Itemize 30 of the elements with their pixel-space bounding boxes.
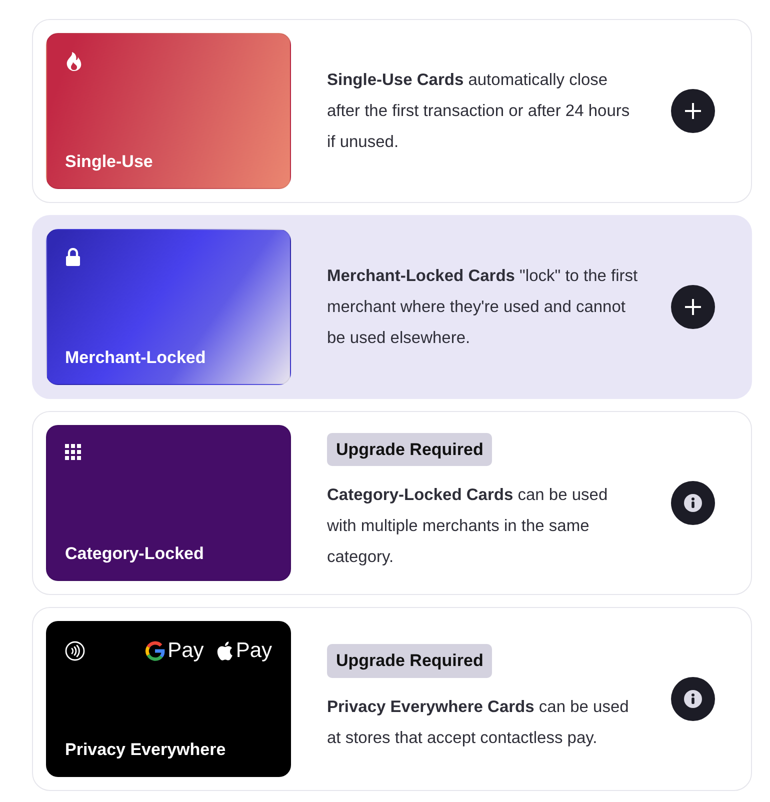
add-button[interactable] — [671, 89, 715, 133]
g-logo-icon — [144, 640, 165, 660]
card-description: Category-Locked Cards can be used with multiple merchants in the same category. — [327, 485, 609, 568]
info-icon — [684, 494, 702, 512]
card-option[interactable]: Merchant-Locked Merchant-Locked Cards "lock" to the first merchant where they're used and cannot be used elsewhere. — [32, 215, 752, 399]
card-label: Merchant-Locked — [65, 348, 207, 368]
plus-icon — [684, 102, 702, 120]
info-button[interactable] — [671, 677, 715, 721]
card-label: Privacy Everywhere — [65, 740, 227, 760]
contactless-icon — [65, 640, 85, 660]
info-button[interactable] — [671, 481, 715, 525]
grid-icon — [65, 444, 81, 460]
card-description: Merchant-Locked Cards "lock" to the first merchant where they're used and cannot be used elsewhere. — [327, 266, 639, 348]
info-icon — [684, 690, 702, 708]
card-label: Single-Use — [65, 152, 154, 172]
flame-icon — [65, 52, 83, 72]
apple-logo-icon — [216, 640, 233, 660]
card-option[interactable]: Pay Pay Privacy Everywhere Upgrade Required Privacy Everywhere Cards can be used at stores that accept contactless pay. — [32, 607, 752, 791]
add-button[interactable] — [671, 285, 715, 329]
lock-icon — [65, 248, 81, 266]
upgrade-badge: Upgrade Required — [327, 644, 492, 678]
card-description: Privacy Everywhere Cards can be used at stores that accept contactless pay. — [327, 696, 630, 749]
pay-label: Pay — [168, 640, 204, 661]
card-option[interactable]: Category-Locked Upgrade Required Category-Locked Cards can be used with multiple merchants in the same category. — [32, 411, 752, 595]
card-description: Single-Use Cards automatically close after the first transaction or after 24 hours if unused. — [327, 70, 631, 152]
card-option[interactable]: Single-Use Single-Use Cards automatically close after the first transaction or after 24 hours if unused. — [32, 19, 752, 203]
card-label: Category-Locked — [65, 544, 205, 564]
pay-label: Pay — [236, 640, 272, 661]
plus-icon — [684, 298, 702, 316]
upgrade-badge: Upgrade Required — [327, 432, 492, 466]
